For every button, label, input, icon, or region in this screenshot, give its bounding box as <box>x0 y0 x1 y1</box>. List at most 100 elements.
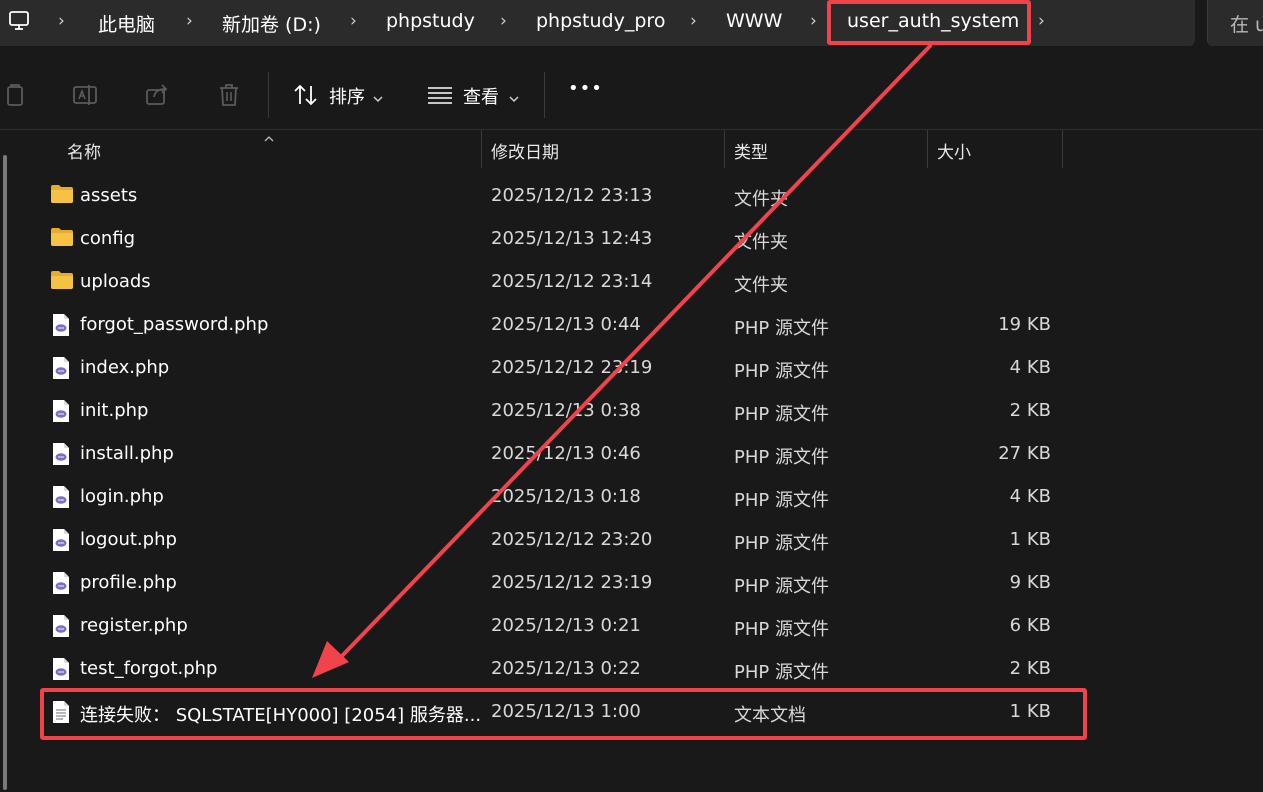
sort-ascending-icon <box>263 128 275 147</box>
view-button[interactable]: 查看 <box>426 80 526 110</box>
view-label: 查看 <box>463 87 499 108</box>
file-type: PHP 源文件 <box>734 404 829 425</box>
file-row[interactable]: uploads 2025/12/12 23:14 文件夹 <box>40 261 1085 304</box>
vertical-scrollbar[interactable] <box>3 155 7 790</box>
breadcrumb-item-www[interactable]: WWW <box>726 10 782 32</box>
chevron-right-icon[interactable]: › <box>58 11 65 31</box>
php-file-icon <box>52 528 70 556</box>
file-modified: 2025/12/13 0:22 <box>491 658 641 679</box>
php-file-icon <box>52 399 70 427</box>
file-modified: 2025/12/12 23:20 <box>491 529 653 550</box>
folder-icon <box>50 184 74 208</box>
file-name: index.php <box>80 357 170 378</box>
breadcrumb-item-phpstudy[interactable]: phpstudy <box>386 10 475 32</box>
search-box[interactable]: 在 u <box>1207 0 1263 46</box>
column-type[interactable]: 类型 <box>734 138 768 163</box>
php-file-icon <box>52 485 70 513</box>
file-name: install.php <box>80 443 174 464</box>
file-name: register.php <box>80 615 188 636</box>
file-size: 4 KB <box>1009 486 1051 507</box>
computer-icon[interactable] <box>8 10 30 36</box>
file-row[interactable]: login.php 2025/12/13 0:18 PHP 源文件 4 KB <box>40 476 1085 519</box>
file-type: PHP 源文件 <box>734 318 829 339</box>
column-name[interactable]: 名称 <box>67 138 101 163</box>
file-type: 文件夹 <box>734 232 788 253</box>
chevron-right-icon[interactable]: › <box>350 11 357 31</box>
file-modified: 2025/12/13 0:44 <box>491 314 641 335</box>
file-row[interactable]: assets 2025/12/12 23:13 文件夹 <box>40 175 1085 218</box>
file-name: config <box>80 228 136 249</box>
share-icon[interactable] <box>144 82 170 112</box>
php-file-icon <box>52 657 70 685</box>
file-name: logout.php <box>80 529 177 550</box>
file-modified: 2025/12/12 23:13 <box>491 185 653 206</box>
file-modified: 2025/12/13 0:21 <box>491 615 641 636</box>
folder-icon <box>50 227 74 251</box>
column-divider[interactable] <box>724 130 725 168</box>
file-type: PHP 源文件 <box>734 533 829 554</box>
copy-icon[interactable] <box>2 82 28 112</box>
file-modified: 2025/12/12 23:19 <box>491 357 653 378</box>
highlight-box-error-file <box>40 688 1087 740</box>
trash-icon[interactable] <box>216 82 242 112</box>
command-bar: 排序 查看 ••• <box>0 58 1263 130</box>
file-name: profile.php <box>80 572 177 593</box>
file-row[interactable]: install.php 2025/12/13 0:46 PHP 源文件 27 KB <box>40 433 1085 476</box>
chevron-right-icon[interactable]: › <box>186 11 193 31</box>
column-divider[interactable] <box>1062 130 1063 168</box>
sort-label: 排序 <box>329 87 365 108</box>
file-size: 9 KB <box>1009 572 1051 593</box>
file-modified: 2025/12/13 0:38 <box>491 400 641 421</box>
file-row[interactable]: logout.php 2025/12/12 23:20 PHP 源文件 1 KB <box>40 519 1085 562</box>
sort-icon <box>292 82 320 113</box>
chevron-right-icon[interactable]: › <box>500 11 507 31</box>
file-name: forgot_password.php <box>80 314 269 335</box>
file-row[interactable]: config 2025/12/13 12:43 文件夹 <box>40 218 1085 261</box>
file-name: init.php <box>80 400 149 421</box>
file-type: PHP 源文件 <box>734 447 829 468</box>
rename-icon[interactable] <box>72 82 98 112</box>
file-modified: 2025/12/13 12:43 <box>491 228 653 249</box>
file-size: 2 KB <box>1009 658 1051 679</box>
sort-button[interactable]: 排序 <box>292 80 392 110</box>
file-modified: 2025/12/13 0:18 <box>491 486 641 507</box>
column-size[interactable]: 大小 <box>937 138 971 163</box>
php-file-icon <box>52 356 70 384</box>
file-size: 4 KB <box>1009 357 1051 378</box>
file-size: 1 KB <box>1009 529 1051 550</box>
file-modified: 2025/12/12 23:14 <box>491 271 653 292</box>
file-type: PHP 源文件 <box>734 490 829 511</box>
file-type: 文件夹 <box>734 189 788 210</box>
toolbar-divider <box>544 72 545 118</box>
breadcrumb-item-phpstudy-pro[interactable]: phpstudy_pro <box>536 10 665 32</box>
file-row[interactable]: register.php 2025/12/13 0:21 PHP 源文件 6 KB <box>40 605 1085 648</box>
column-header: 名称 修改日期 类型 大小 <box>0 130 1263 172</box>
chevron-down-icon <box>372 88 384 109</box>
php-file-icon <box>52 442 70 470</box>
file-row[interactable]: index.php 2025/12/12 23:19 PHP 源文件 4 KB <box>40 347 1085 390</box>
php-file-icon <box>52 313 70 341</box>
search-placeholder: 在 u <box>1230 14 1263 36</box>
file-size: 2 KB <box>1009 400 1051 421</box>
php-file-icon <box>52 614 70 642</box>
file-row[interactable]: profile.php 2025/12/12 23:19 PHP 源文件 9 KB <box>40 562 1085 605</box>
view-icon <box>426 83 454 112</box>
file-name: login.php <box>80 486 164 507</box>
more-icon[interactable]: ••• <box>568 78 603 108</box>
file-size: 6 KB <box>1009 615 1051 636</box>
file-type: 文件夹 <box>734 275 788 296</box>
column-divider[interactable] <box>481 130 482 168</box>
chevron-right-icon[interactable]: › <box>810 11 817 31</box>
breadcrumb-item-drive-d[interactable]: 新加卷 (D:) <box>222 10 321 37</box>
column-divider[interactable] <box>927 130 928 168</box>
file-row[interactable]: forgot_password.php 2025/12/13 0:44 PHP 源文… <box>40 304 1085 347</box>
chevron-right-icon[interactable]: › <box>690 11 697 31</box>
chevron-right-icon[interactable]: › <box>1038 11 1045 31</box>
column-modified[interactable]: 修改日期 <box>491 138 559 163</box>
breadcrumb-item-this-pc[interactable]: 此电脑 <box>98 10 155 37</box>
file-name: test_forgot.php <box>80 658 218 679</box>
file-modified: 2025/12/12 23:19 <box>491 572 653 593</box>
file-row[interactable]: init.php 2025/12/13 0:38 PHP 源文件 2 KB <box>40 390 1085 433</box>
chevron-down-icon <box>508 88 520 109</box>
file-row[interactable]: test_forgot.php 2025/12/13 0:22 PHP 源文件 2 K… <box>40 648 1085 691</box>
